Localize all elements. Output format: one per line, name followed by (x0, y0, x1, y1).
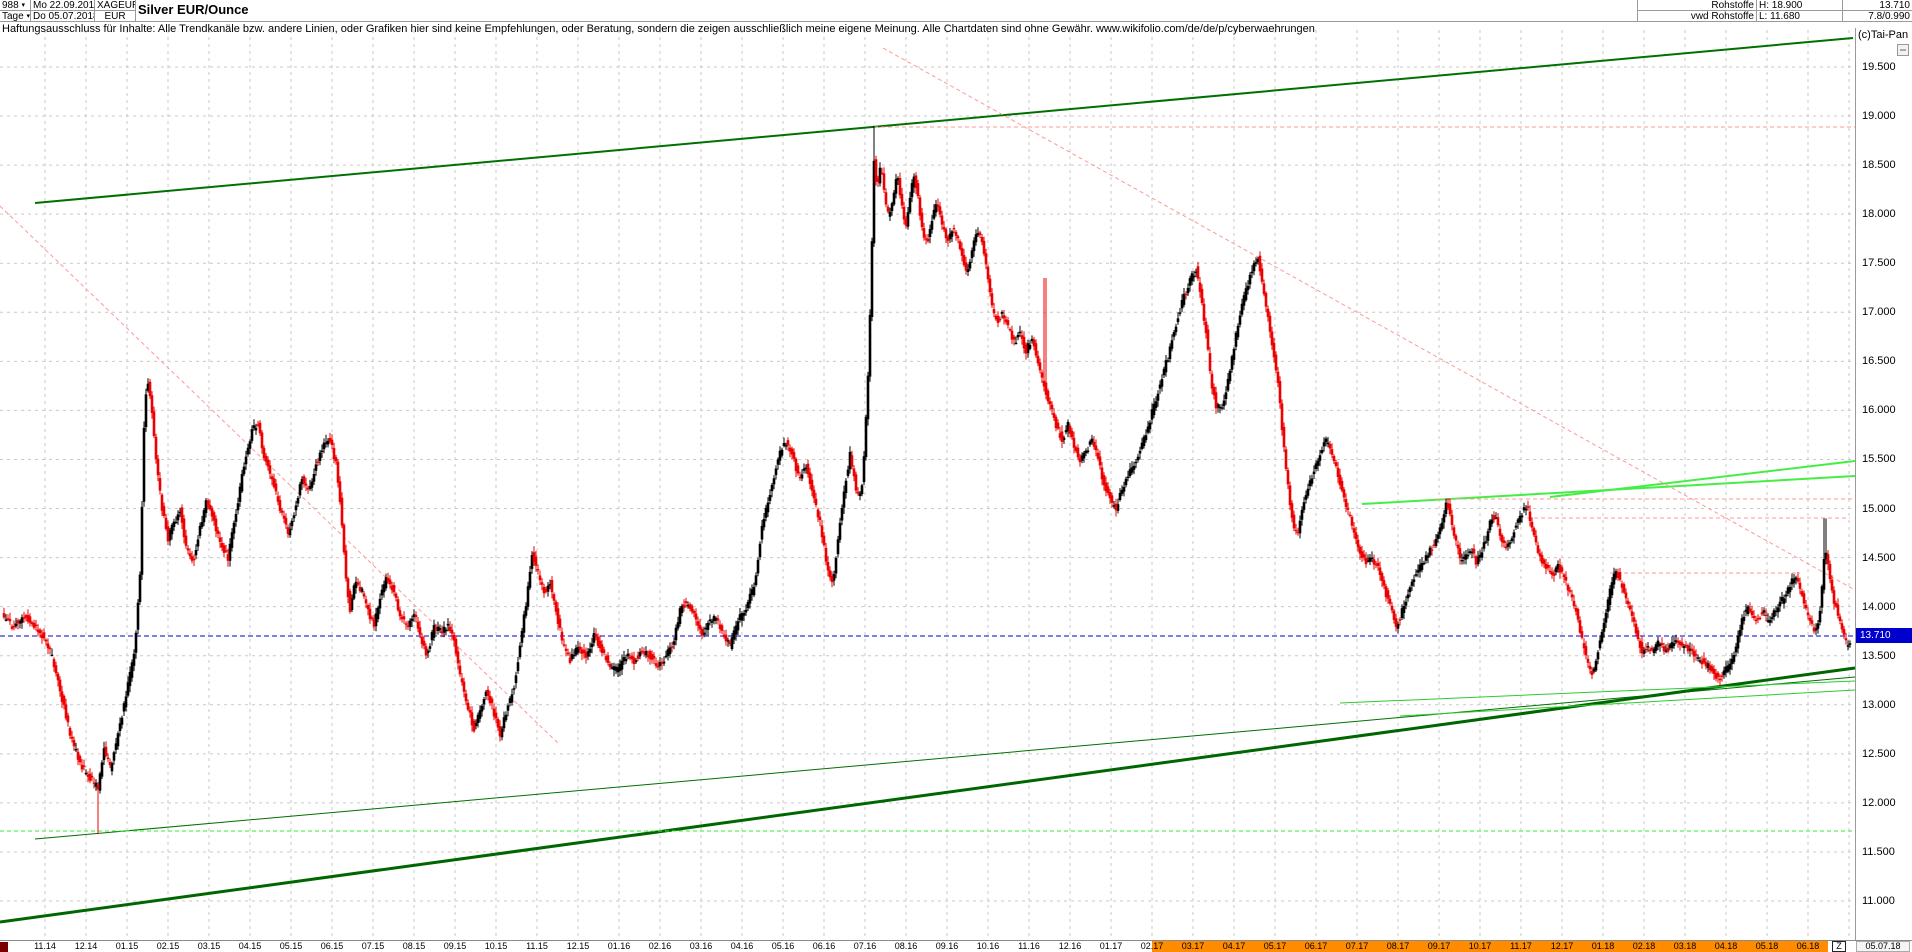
price-tick-label: 19.500 (1862, 61, 1896, 73)
date-tick-label: 06.16 (812, 941, 836, 951)
support-bright-2 (1399, 689, 1856, 717)
channel-top-green (34, 37, 1854, 204)
trend-lines (0, 37, 1856, 924)
candlesticks (2, 125, 1852, 835)
instrument-title: Silver EUR/Ounce (138, 2, 249, 17)
date-tick-label: 12.17 (1550, 941, 1574, 951)
date-tick-label: 06.17 (1304, 941, 1328, 951)
price-tick-label: 11.000 (1862, 895, 1895, 908)
zoom-marker[interactable]: Z (1832, 941, 1846, 952)
date-tick-label: 09.15 (443, 941, 467, 951)
date-tick-label: 05.16 (771, 941, 795, 951)
date-tick-label: 06.18 (1796, 941, 1820, 951)
last-value: 13.710 (1843, 0, 1912, 11)
date-from: Mo 22.09.2014 (31, 0, 95, 11)
end-date-label: 05.07.18 (1856, 941, 1910, 952)
date-tick-label: 10.15 (484, 941, 508, 951)
date-tick-label: 05.18 (1755, 941, 1779, 951)
channel-mid-green-thin (34, 676, 1856, 840)
date-tick-label: 03.15 (197, 941, 221, 951)
date-tick-label: 04.18 (1714, 941, 1738, 951)
price-tick-label: 17.000 (1862, 306, 1896, 319)
date-tick-label: 11.14 (34, 941, 56, 951)
grid-lines (0, 30, 1855, 940)
date-tick-label: 11.16 (1018, 941, 1040, 951)
date-tick-label: 02.18 (1632, 941, 1656, 951)
bars-count-dropdown[interactable]: 988 ▾ (0, 0, 31, 11)
price-axis[interactable]: 19.500 19.000 18.500 18.000 17.500 17.000 16.5… (1856, 0, 1912, 952)
price-tick-label: 13.500 (1862, 649, 1896, 662)
date-tick-label: 07.16 (853, 941, 877, 951)
price-tick-label: 13.000 (1862, 698, 1896, 711)
change-value: 7.8/0.990 (1868, 11, 1910, 22)
minimize-icon[interactable] (1897, 44, 1909, 56)
data-source: Rohstoffe (1637, 0, 1757, 11)
price-tick-label: 11.500 (1862, 845, 1895, 858)
date-tick-label: 08.17 (1386, 941, 1410, 951)
period-dropdown[interactable]: Tage ▾ (0, 11, 31, 22)
date-tick-label: 03.17 (1181, 941, 1205, 951)
date-tick-label: 10.16 (976, 941, 1000, 951)
chevron-down-icon: ▾ (26, 13, 30, 20)
copyright-label: (c)Tai-Pan (1858, 29, 1909, 41)
currency: EUR (95, 11, 136, 22)
date-tick-label: 11.15 (526, 941, 548, 951)
corner-marker (0, 942, 8, 952)
date-tick-label: 01.18 (1591, 941, 1615, 951)
last-price-tag: 13.710 (1856, 628, 1912, 643)
chart-header: 988 ▾ Tage ▾ Mo 22.09.2014 Do 05.07.2018… (0, 0, 1912, 22)
date-tick-label: 07.15 (361, 941, 385, 951)
data-source-2: vwd Rohstoffe (1637, 11, 1757, 22)
date-tick-label: 01.17 (1099, 941, 1123, 951)
date-tick-label: 04.15 (238, 941, 262, 951)
date-tick-label: 01.15 (115, 941, 139, 951)
price-tick-label: 17.500 (1862, 257, 1896, 270)
date-tick-label: 06.15 (320, 941, 344, 951)
price-tick-label: 15.500 (1862, 453, 1896, 466)
date-tick-label: 03.16 (689, 941, 713, 951)
period-low: L: 11.680 (1757, 11, 1843, 22)
taipan-chart-window: 988 ▾ Tage ▾ Mo 22.09.2014 Do 05.07.2018… (0, 0, 1912, 952)
date-tick-label: 03.18 (1673, 941, 1697, 951)
date-to: Do 05.07.2018 (33, 11, 95, 22)
symbol: XAGEUR (95, 0, 136, 11)
price-chart-plot[interactable] (0, 28, 1856, 940)
date-tick-label: 09.17 (1427, 941, 1451, 951)
downtrend-left (0, 205, 561, 746)
date-tick-label: 08.16 (894, 941, 918, 951)
disclaimer-text: Haftungsausschluss für Inhalte: Alle Tre… (2, 23, 1602, 35)
date-tick-label: 12.16 (1058, 941, 1082, 951)
date-tick-label: 08.15 (402, 941, 426, 951)
chevron-down-icon: ▾ (21, 2, 25, 9)
disclaimer-body: Haftungsausschluss für Inhalte: Alle Tre… (2, 23, 1093, 35)
date-tick-label: 11.17 (1510, 941, 1532, 951)
price-tick-label: 18.500 (1862, 159, 1896, 172)
price-tick-label: 12.000 (1862, 796, 1896, 809)
price-tick-label: 14.000 (1862, 600, 1896, 613)
date-tick-label: 04.16 (730, 941, 754, 951)
date-tick-label: 07.17 (1345, 941, 1369, 951)
date-tick-label: 05.17 (1263, 941, 1287, 951)
date-tick-label: 02.16 (648, 941, 672, 951)
date-tick-label: 02.17 (1140, 941, 1164, 951)
price-tick-label: 19.000 (1862, 110, 1896, 123)
price-tick-label: 12.500 (1862, 747, 1896, 760)
period-high: H: 18.900 (1757, 0, 1843, 11)
wikifolio-link[interactable]: www.wikifolio.com/de/de/p/cyberwaehrunge… (1096, 23, 1315, 35)
date-tick-label: 05.15 (279, 941, 303, 951)
price-tick-label: 14.500 (1862, 551, 1896, 564)
date-tick-label: 12.14 (74, 941, 98, 951)
date-tick-label: 02.15 (156, 941, 180, 951)
date-tick-label: 10.17 (1468, 941, 1492, 951)
price-tick-label: 16.000 (1862, 404, 1896, 417)
date-tick-label: 04.17 (1222, 941, 1246, 951)
price-tick-label: 18.000 (1862, 208, 1896, 221)
time-axis[interactable]: Z 05.07.18 11.14 12.14 01.15 02.15 03.15 04.1… (0, 940, 1912, 952)
price-tick-label: 16.500 (1862, 355, 1896, 368)
date-tick-label: 01.16 (607, 941, 631, 951)
date-tick-label: 12.15 (566, 941, 590, 951)
price-tick-label: 15.000 (1862, 502, 1896, 515)
date-tick-label: 09.16 (935, 941, 959, 951)
